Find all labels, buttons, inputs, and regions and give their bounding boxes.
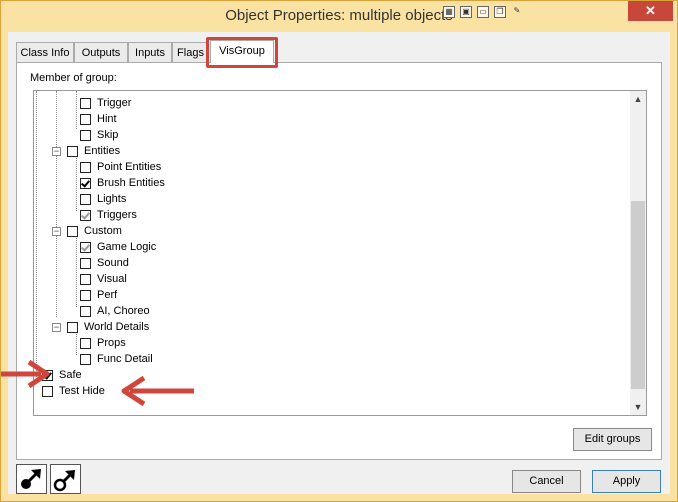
pick-target-icon[interactable]: [50, 464, 81, 494]
copy-icon[interactable]: ❐: [494, 6, 506, 18]
checkbox[interactable]: [80, 257, 91, 269]
checkbox[interactable]: [80, 273, 91, 285]
collapse-icon[interactable]: −: [52, 146, 61, 156]
tree-item-label: Perf: [97, 289, 118, 301]
tree-branch-line: [76, 91, 77, 129]
tree-item-label: World Details: [84, 321, 150, 333]
tree-group-entities[interactable]: − Entities: [52, 143, 120, 159]
checkbox[interactable]: [80, 161, 91, 173]
tree-item-label: Safe: [59, 369, 82, 381]
dialog-client: Class Info Outputs Inputs Flags VisGroup…: [8, 32, 670, 494]
visgroup-panel: Member of group: Trigger Hint Skip − Ent…: [16, 62, 662, 460]
tree-item[interactable]: Lights: [80, 191, 126, 207]
scroll-up-icon[interactable]: ▲: [630, 91, 646, 107]
tree-item-label: Test Hide: [59, 385, 105, 397]
title-bar[interactable]: Object Properties: multiple objects ▦ ▣ …: [1, 1, 677, 32]
tree-item-label: AI, Choreo: [97, 305, 150, 317]
tree-item-label: Trigger: [97, 97, 132, 109]
window-title: Object Properties: multiple objects: [225, 7, 453, 24]
checkbox[interactable]: [80, 241, 91, 253]
window-icon[interactable]: ▭: [477, 6, 489, 18]
checkbox[interactable]: [80, 113, 91, 125]
checkbox[interactable]: [67, 145, 78, 157]
tab-outputs[interactable]: Outputs: [74, 42, 128, 62]
visgroup-tab-highlight: [206, 37, 278, 68]
tree-item-label: Custom: [84, 225, 122, 237]
tree-group-line: [56, 91, 57, 317]
checkbox[interactable]: [67, 225, 78, 237]
tree-root-line: [36, 91, 37, 381]
tree-item[interactable]: Sound: [80, 255, 129, 271]
tree-item[interactable]: Perf: [80, 287, 117, 303]
checkbox[interactable]: [80, 129, 91, 141]
tab-inputs[interactable]: Inputs: [128, 42, 172, 62]
object-properties-window: Object Properties: multiple objects ▦ ▣ …: [0, 0, 678, 502]
tree-item-label: Game Logic: [97, 241, 157, 253]
tree-item[interactable]: Trigger: [80, 95, 131, 111]
tree-item-label: Lights: [97, 193, 127, 205]
scroll-down-icon[interactable]: ▼: [630, 399, 646, 415]
arrow-annotation-test-hide: [121, 375, 194, 407]
tree-item-label: Skip: [97, 129, 119, 141]
tree-branch-line: [76, 229, 77, 307]
titlebar-toolbar: ▦ ▣ ▭ ❐ ✎: [443, 6, 523, 20]
tree-item[interactable]: AI, Choreo: [80, 303, 150, 319]
tree-group-world-details[interactable]: − World Details: [52, 319, 149, 335]
tree-item-label: Sound: [97, 257, 129, 269]
tree-item-label: Func Detail: [97, 353, 153, 365]
tree-item-label: Props: [97, 337, 126, 349]
tree-scrollbar[interactable]: ▲ ▼: [630, 91, 646, 415]
close-button[interactable]: ✕: [628, 1, 673, 21]
scroll-thumb[interactable]: [631, 201, 645, 389]
snap-icon[interactable]: ▣: [460, 6, 472, 18]
tree-item[interactable]: Skip: [80, 127, 118, 143]
tree-item[interactable]: Point Entities: [80, 159, 161, 175]
tree-item-label: Point Entities: [97, 161, 162, 173]
tree-item[interactable]: Triggers: [80, 207, 137, 223]
tree-group-custom[interactable]: − Custom: [52, 223, 122, 239]
tab-class-info[interactable]: Class Info: [16, 42, 74, 62]
checkbox[interactable]: [80, 305, 91, 317]
checkbox[interactable]: [80, 353, 91, 365]
tree-item-label: Brush Entities: [97, 177, 165, 189]
checkbox[interactable]: [67, 321, 78, 333]
pick-entity-icon[interactable]: [16, 464, 47, 494]
tree-item[interactable]: Brush Entities: [80, 175, 165, 191]
tree-item[interactable]: Props: [80, 335, 126, 351]
tree-item[interactable]: Func Detail: [80, 351, 153, 367]
checkbox[interactable]: [80, 209, 91, 221]
apply-button[interactable]: Apply: [592, 470, 661, 493]
collapse-icon[interactable]: −: [52, 322, 61, 332]
member-of-group-label: Member of group:: [30, 72, 117, 84]
cancel-button[interactable]: Cancel: [512, 470, 581, 493]
checkbox[interactable]: [80, 337, 91, 349]
checkbox[interactable]: [80, 289, 91, 301]
checkbox[interactable]: [80, 193, 91, 205]
tree-item[interactable]: Hint: [80, 111, 117, 127]
checkbox[interactable]: [80, 97, 91, 109]
checkbox[interactable]: [80, 177, 91, 189]
tree-item-label: Visual: [97, 273, 127, 285]
tree-item[interactable]: Visual: [80, 271, 127, 287]
grid-icon[interactable]: ▦: [443, 6, 455, 18]
edit-groups-button[interactable]: Edit groups: [573, 428, 652, 451]
visgroup-tree[interactable]: Trigger Hint Skip − Entities Point Entit…: [33, 90, 647, 416]
collapse-icon[interactable]: −: [52, 226, 61, 236]
tree-item[interactable]: Game Logic: [80, 239, 156, 255]
tab-flags[interactable]: Flags: [172, 42, 209, 62]
tree-item-label: Entities: [84, 145, 121, 157]
tree-item-label: Hint: [97, 113, 117, 125]
tree-item-label: Triggers: [97, 209, 137, 221]
pin-icon[interactable]: ✎: [511, 6, 523, 18]
arrow-annotation-safe: [1, 359, 50, 389]
